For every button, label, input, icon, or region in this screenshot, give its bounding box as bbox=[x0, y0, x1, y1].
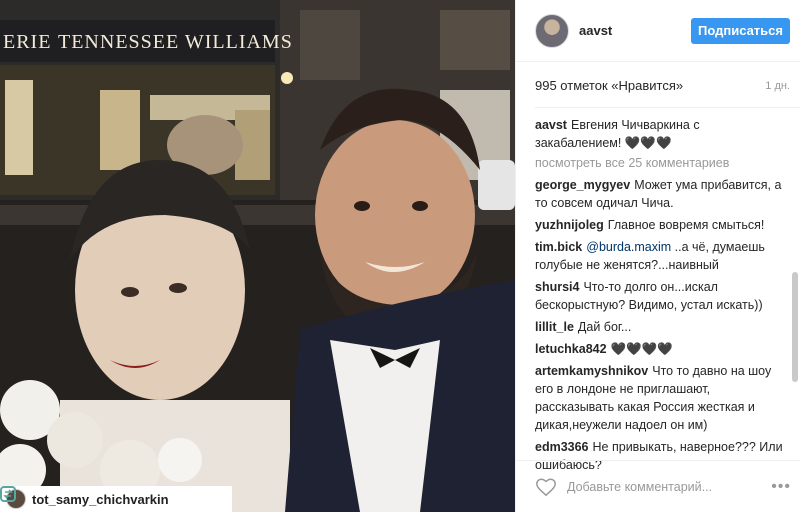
comment-text: Главное вовремя смыться! bbox=[607, 218, 765, 232]
comment-author[interactable]: shursi4 bbox=[535, 280, 579, 294]
add-comment-input[interactable] bbox=[567, 479, 772, 494]
post-sidebar: aavst Подписаться 995 отметок «Нравится»… bbox=[515, 0, 800, 512]
comment-text: Дай бог... bbox=[577, 320, 632, 334]
comment-author[interactable]: george_mygyev bbox=[535, 178, 630, 192]
comment-item: tim.bick @burda.maxim ..а чё, думаешь гол… bbox=[535, 238, 788, 274]
comments-list: aavst Евгения Чичваркина с закабалением! … bbox=[516, 108, 800, 496]
comment-item: lillit_le Дай бог... bbox=[535, 318, 788, 336]
comment-item: yuzhnijoleg Главное вовремя смыться! bbox=[535, 216, 788, 234]
more-options-icon[interactable]: ••• bbox=[771, 478, 791, 496]
comment-item: shursi4 Что-то долго он...искал бескорыст… bbox=[535, 278, 788, 314]
comment-footer: ••• bbox=[516, 460, 800, 512]
header-username[interactable]: aavst bbox=[579, 23, 691, 38]
sign-text-left: ERIE bbox=[3, 31, 51, 53]
post-time[interactable]: 1 дн. bbox=[765, 80, 790, 92]
comments-scrollbar[interactable] bbox=[792, 272, 798, 382]
comment-author[interactable]: edm3366 bbox=[535, 440, 589, 454]
repost-icon bbox=[0, 486, 16, 502]
likes-count[interactable]: 995 отметок «Нравится» bbox=[535, 78, 683, 93]
comment-author[interactable]: artemkamyshnikov bbox=[535, 364, 648, 378]
caption: aavst Евгения Чичваркина с закабалением! … bbox=[535, 116, 788, 152]
comment-author[interactable]: tim.bick bbox=[535, 240, 582, 254]
follow-button[interactable]: Подписаться bbox=[690, 17, 790, 44]
comment-author[interactable]: letuchka842 bbox=[535, 342, 607, 356]
comment-mention[interactable]: @burda.maxim bbox=[586, 240, 671, 254]
photo-illustration: ERIE TENNESSEE WILLIAMS bbox=[0, 0, 515, 512]
post-header: aavst Подписаться bbox=[516, 0, 800, 62]
view-all-comments-link[interactable]: посмотреть все 25 комментариев bbox=[535, 156, 788, 170]
instagram-post-view: ERIE TENNESSEE WILLIAMS tot_samy_chichva… bbox=[0, 0, 800, 512]
comment-text: 🖤🖤🖤🖤 bbox=[610, 342, 673, 356]
heart-icon[interactable] bbox=[535, 476, 557, 498]
repost-badge[interactable]: tot_samy_chichvarkin bbox=[0, 486, 232, 512]
comment-item: letuchka842 🖤🖤🖤🖤 bbox=[535, 340, 788, 358]
avatar[interactable] bbox=[535, 13, 569, 48]
comment-item: artemkamyshnikov Что то давно на шоу его … bbox=[535, 362, 788, 434]
sign-text-main: TENNESSEE WILLIAMS bbox=[58, 31, 293, 53]
comment-author[interactable]: yuzhnijoleg bbox=[535, 218, 604, 232]
comment-author[interactable]: lillit_le bbox=[535, 320, 574, 334]
caption-author[interactable]: aavst bbox=[535, 118, 567, 132]
likes-row: 995 отметок «Нравится» 1 дн. bbox=[535, 62, 800, 108]
post-photo[interactable]: ERIE TENNESSEE WILLIAMS tot_samy_chichva… bbox=[0, 0, 515, 512]
comment-item: george_mygyev Может ума прибавится, а то … bbox=[535, 176, 788, 212]
repost-username: tot_samy_chichvarkin bbox=[32, 491, 169, 507]
